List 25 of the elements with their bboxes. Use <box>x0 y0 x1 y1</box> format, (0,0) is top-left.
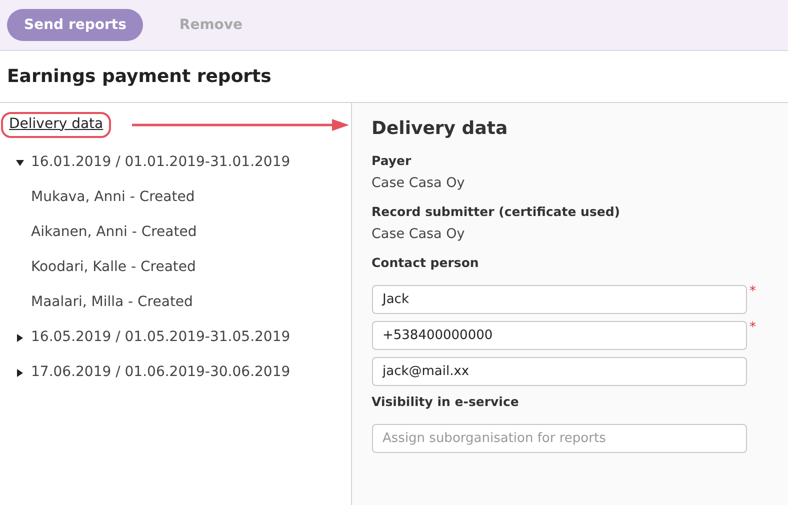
caret-right-icon <box>16 368 24 376</box>
tree-item[interactable]: Maalari, Milla - Created <box>31 292 193 313</box>
input-field[interactable]: Jack <box>372 284 746 314</box>
required-mark: * <box>750 320 756 334</box>
input-field[interactable]: +538400000000 <box>372 320 746 350</box>
field-label: Record submitter (certificate used) <box>372 203 622 221</box>
field-label: Payer <box>372 152 412 170</box>
tree-item[interactable]: 17.06.2019 / 01.06.2019-30.06.2019 <box>0 355 350 390</box>
delivery-data-link[interactable]: Delivery data <box>9 114 104 134</box>
required-mark: * <box>750 284 756 298</box>
caret-right-icon <box>16 334 24 342</box>
tree-item[interactable]: Mukava, Anni - Created <box>31 187 195 208</box>
caret-down-icon <box>16 158 24 166</box>
tree-item[interactable]: Aikanen, Anni - Created <box>31 222 197 243</box>
tree-item[interactable]: Koodari, Kalle - Created <box>31 257 196 278</box>
field-label: Visibility in e-service <box>372 392 520 411</box>
field-label: Contact person <box>372 254 480 272</box>
input-field[interactable]: jack@mail.xx <box>372 356 746 386</box>
input-field[interactable]: Assign suborganisation for reports <box>372 424 746 452</box>
tree-item[interactable]: 16.01.2019 / 01.01.2019-31.01.2019 <box>0 145 350 180</box>
field-value: Case Casa Oy <box>372 174 466 193</box>
page-title: Earnings payment reports <box>7 65 272 89</box>
section-title: Delivery data <box>372 117 509 141</box>
tree-item[interactable]: 16.05.2019 / 01.05.2019-31.05.2019 <box>0 320 350 355</box>
field-value: Case Casa Oy <box>372 224 466 244</box>
